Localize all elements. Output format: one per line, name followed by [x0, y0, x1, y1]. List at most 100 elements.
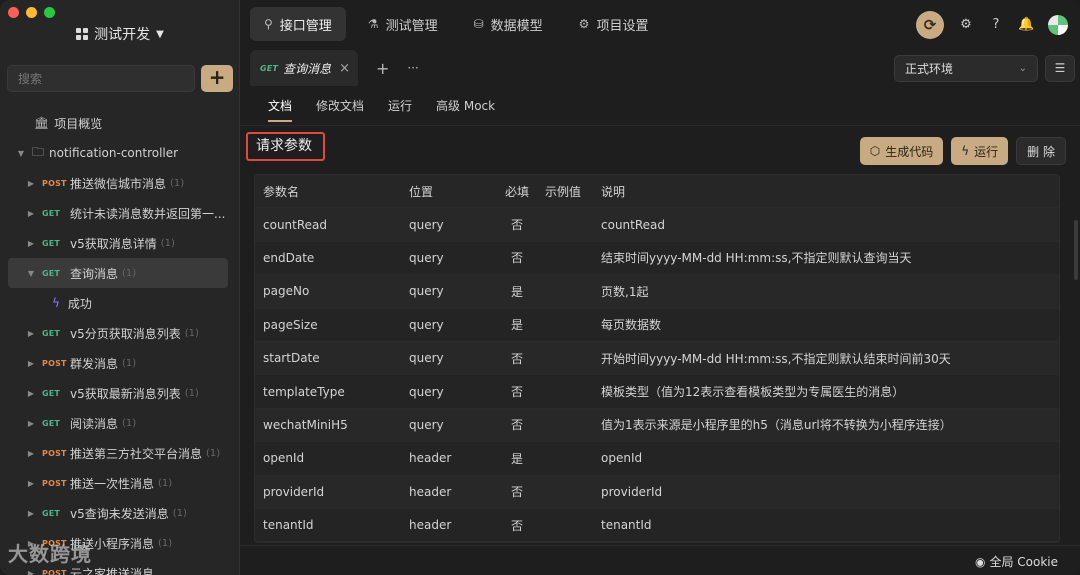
settings-icon[interactable]: ⚙ — [958, 17, 974, 33]
run-button[interactable]: ϟ 运行 — [951, 137, 1009, 165]
table-cell: 否 — [510, 351, 523, 366]
caret-right-icon: ▶ — [27, 448, 35, 458]
table-cell: 否 — [510, 218, 523, 233]
generate-code-button[interactable]: ⬡ 生成代码 — [859, 137, 944, 165]
tree-item-count: (1) — [184, 327, 199, 339]
list-menu-button[interactable]: ☰ — [1045, 55, 1075, 82]
method-badge: POST — [42, 358, 67, 368]
window-controls — [8, 7, 55, 18]
avatar[interactable] — [1048, 15, 1068, 35]
table-cell: countRead — [601, 217, 666, 232]
nav-tab-0[interactable]: ⚲ 接口管理 — [250, 7, 346, 41]
tree-item[interactable]: ▶ GET v5分页获取消息列表 (1) — [0, 318, 240, 348]
more-tabs-button[interactable]: ··· — [407, 61, 418, 75]
caret-right-icon: ▶ — [27, 358, 35, 368]
open-tab-query-message[interactable]: GET 查询消息 × — [250, 50, 359, 86]
subtab-1[interactable]: 修改文档 — [304, 86, 376, 126]
caret-right-icon: ▶ — [27, 418, 35, 428]
table-cell: templateType — [263, 384, 345, 399]
table-row[interactable]: endDate query 否 结束时间yyyy-MM-dd HH:mm:ss,不指定… — [255, 241, 1059, 276]
table-row[interactable]: pageSize query 是 每页数据数 — [255, 308, 1059, 342]
table-cell: query — [409, 317, 444, 332]
tree-item[interactable]: ▼ GET 查询消息 (1) — [8, 258, 228, 288]
tree-item[interactable]: ▶ POST 群发消息 (1) — [0, 348, 240, 378]
refresh-button[interactable]: ⟳ — [916, 11, 944, 39]
tree-item[interactable]: ▶ GET 阅读消息 (1) — [0, 408, 240, 438]
table-cell: 开始时间yyyy-MM-dd HH:mm:ss,不指定则默认结束时间前30天 — [601, 351, 951, 366]
table-row[interactable]: pageNo query 是 页数,1起 — [255, 275, 1059, 309]
subtab-2[interactable]: 运行 — [376, 86, 424, 126]
nav-tab-2[interactable]: ⛁ 数据模型 — [460, 7, 557, 41]
global-cookie-button[interactable]: ◉ 全局 Cookie — [975, 553, 1058, 570]
table-header-row: 参数名 位置 必填 示例值 说明 — [255, 175, 1059, 209]
subtab-3[interactable]: 高级 Mock — [424, 86, 507, 126]
minimize-window-button[interactable] — [26, 7, 37, 18]
table-header-cell: 参数名 — [263, 184, 300, 199]
watermark-logo: 大数跨境 — [8, 542, 92, 566]
api-tree: 🏛 项目概览 ▼ 🗀 notification-controller ▶ POST… — [0, 108, 240, 575]
tree-sub-item[interactable]: ϟ 成功 — [0, 288, 240, 318]
zoom-window-button[interactable] — [44, 7, 55, 18]
tree-item-label: v5获取消息详情 — [70, 236, 157, 251]
tree-item[interactable]: ▶ POST 推送第三方社交平台消息 (1) — [0, 438, 240, 468]
delete-button[interactable]: 删 除 — [1016, 137, 1066, 165]
nav-tab-1[interactable]: ⚗ 测试管理 — [354, 7, 452, 41]
table-row[interactable]: openId header 是 openId — [255, 442, 1059, 476]
tree-item-label: v5分页获取消息列表 — [70, 326, 181, 341]
table-cell: query — [409, 284, 444, 299]
project-switcher[interactable]: 测试开发 ▼ — [0, 24, 240, 44]
nav-tab-3[interactable]: ⚙ 项目设置 — [565, 7, 663, 41]
tree-item[interactable]: ▶ GET v5获取最新消息列表 (1) — [0, 378, 240, 408]
nav-tab-label: 接口管理 — [279, 18, 332, 34]
tree-item[interactable]: ▶ POST 推送微信城市消息 (1) — [0, 168, 240, 198]
sidebar-search-input[interactable] — [7, 65, 196, 92]
environment-select[interactable]: 正式环境 ⌄ — [894, 55, 1038, 82]
tree-item[interactable]: ▶ GET v5查询未发送消息 (1) — [0, 498, 240, 528]
request-params-title: 请求参数 — [246, 132, 325, 161]
table-row[interactable]: templateType query 否 模板类型（值为12表示查看模板类型为专属医生… — [255, 375, 1059, 409]
method-badge: GET — [42, 328, 61, 338]
table-row[interactable]: wechatMiniH5 query 否 值为1表示来源是小程序里的h5（消息url将… — [255, 408, 1059, 443]
method-badge: POST — [42, 478, 67, 488]
tree-item[interactable]: ▶ GET v5获取消息详情 (1) — [0, 228, 240, 258]
table-row[interactable]: tenantId header 否 tenantId — [255, 508, 1059, 543]
table-cell: query — [409, 417, 444, 432]
generate-code-label: 生成代码 — [885, 144, 934, 159]
nav-tab-label: 数据模型 — [490, 18, 543, 34]
tree-item-count: (1) — [158, 477, 173, 489]
tree-folder[interactable]: ▼ 🗀 notification-controller — [0, 138, 240, 168]
table-cell: 每页数据数 — [601, 318, 662, 333]
tree-item-label: 查询消息 — [70, 266, 119, 281]
caret-right-icon: ▶ — [27, 208, 35, 218]
close-icon[interactable]: × — [339, 61, 350, 76]
bank-icon: 🏛 — [34, 116, 50, 130]
cookie-icon: ◉ — [974, 554, 986, 569]
bell-icon[interactable]: 🔔 — [1018, 17, 1034, 33]
table-cell: wechatMiniH5 — [263, 417, 348, 432]
help-icon[interactable]: ? — [988, 17, 1004, 33]
footer: ◉ 全局 Cookie — [240, 545, 1080, 575]
table-cell: 否 — [510, 385, 523, 400]
method-badge: GET — [42, 508, 61, 518]
chevron-down-icon: ⌄ — [1018, 63, 1027, 74]
table-cell: providerId — [601, 484, 663, 499]
table-row[interactable]: providerId header 否 providerId — [255, 475, 1059, 509]
scrollbar[interactable] — [1074, 220, 1078, 280]
table-cell: providerId — [263, 484, 325, 499]
table-cell: openId — [263, 451, 305, 466]
subtab-0[interactable]: 文档 — [256, 86, 304, 126]
table-cell: 否 — [510, 418, 523, 433]
table-row[interactable]: countRead query 否 countRead — [255, 208, 1059, 242]
tree-item[interactable]: ▶ GET 统计未读消息数并返回第一... — [0, 198, 240, 228]
table-header-cell: 说明 — [601, 184, 626, 199]
method-badge: POST — [42, 178, 67, 188]
table-cell: 否 — [510, 251, 523, 266]
close-window-button[interactable] — [8, 7, 19, 18]
table-row[interactable]: startDate query 否 开始时间yyyy-MM-dd HH:mm:ss,不… — [255, 341, 1059, 376]
add-button[interactable]: + — [201, 65, 233, 92]
environment-label: 正式环境 — [905, 62, 954, 76]
new-tab-button[interactable]: + — [376, 59, 389, 78]
table-cell: startDate — [263, 351, 320, 366]
tree-overview[interactable]: 🏛 项目概览 — [0, 108, 240, 138]
tree-item[interactable]: ▶ POST 推送一次性消息 (1) — [0, 468, 240, 498]
